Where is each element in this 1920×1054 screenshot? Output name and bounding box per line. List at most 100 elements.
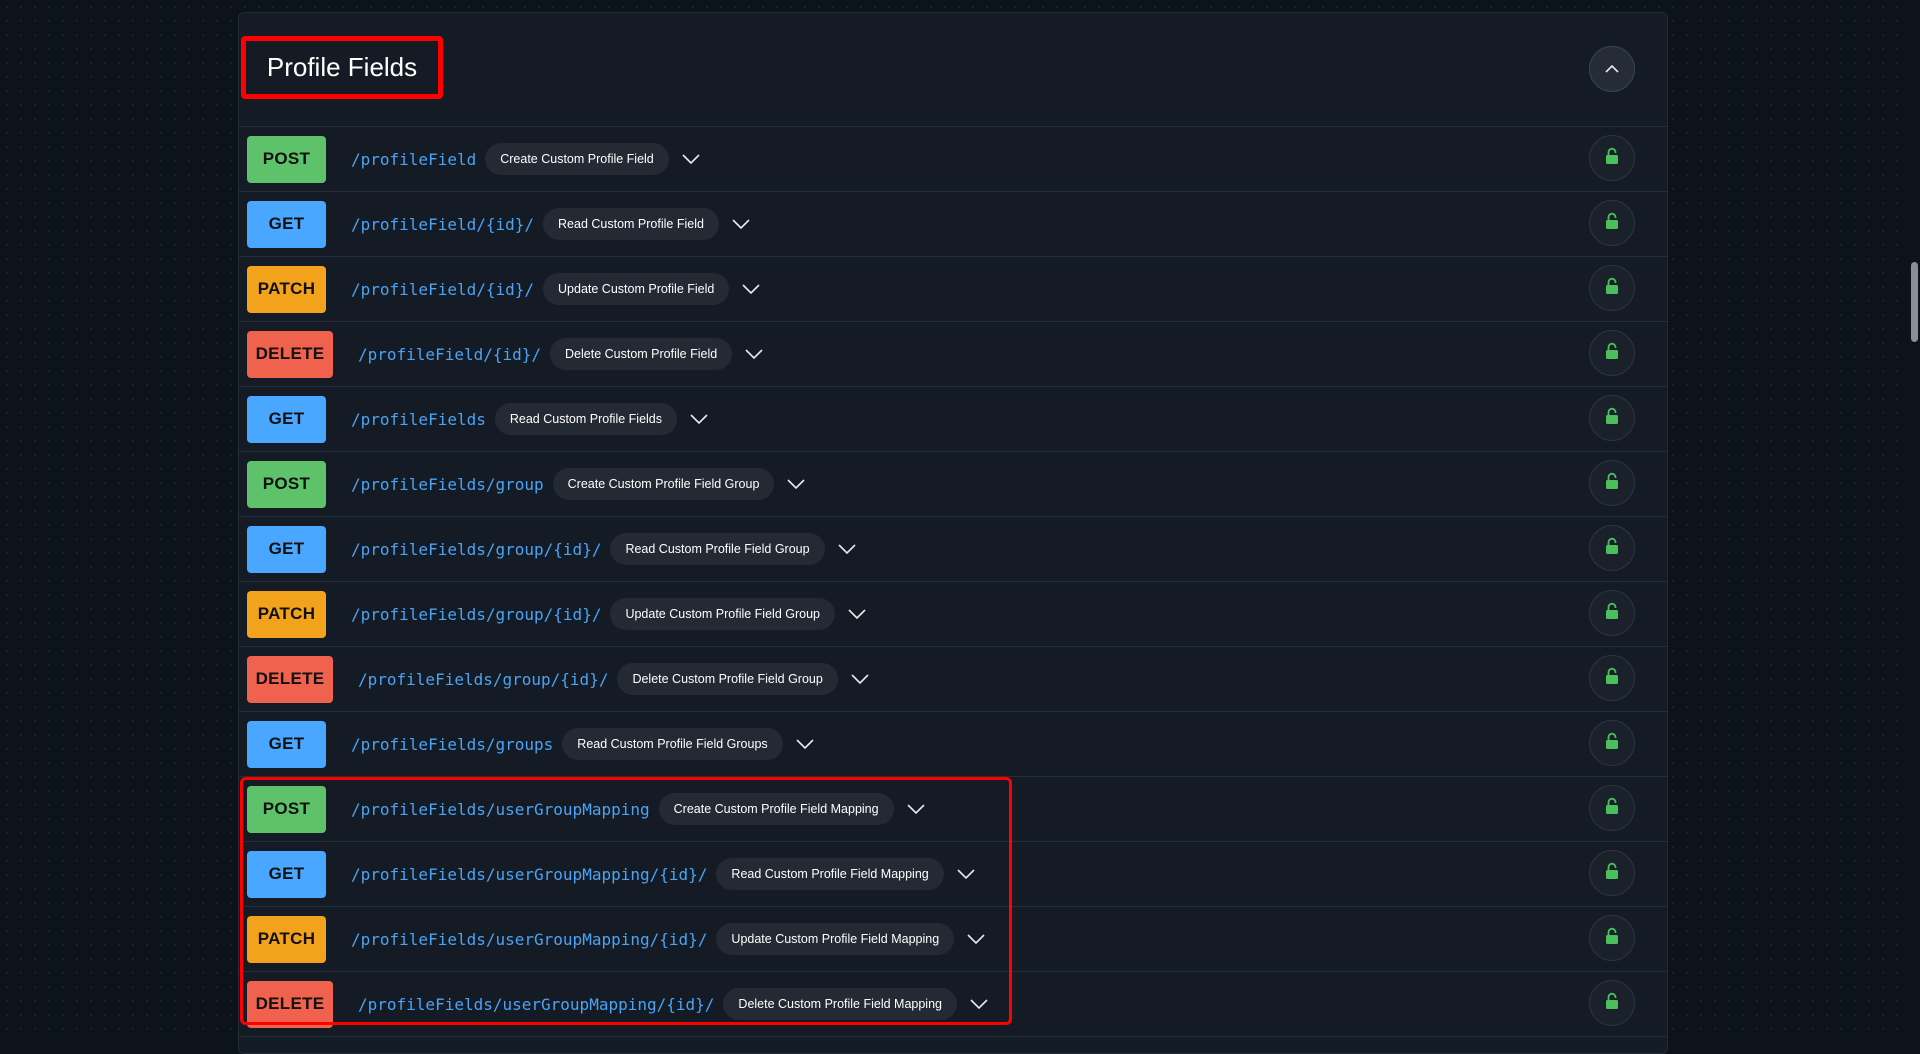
lock-icon bbox=[1605, 472, 1619, 495]
endpoint-summary[interactable]: Delete Custom Profile Field Mapping bbox=[723, 988, 957, 1020]
section-header[interactable]: Profile Fields bbox=[239, 13, 1667, 127]
authorize-button[interactable] bbox=[1589, 200, 1635, 246]
endpoint-row[interactable]: GET/profileField/{id}/ Read Custom Profil… bbox=[239, 192, 1667, 257]
endpoint-summary[interactable]: Read Custom Profile Field Groups bbox=[562, 728, 783, 760]
method-badge: POST bbox=[247, 135, 326, 183]
endpoint-path[interactable]: /profileFields/group/{id}/ bbox=[351, 540, 601, 559]
authorize-button[interactable] bbox=[1589, 330, 1635, 376]
endpoint-path[interactable]: /profileFields/group/{id}/ bbox=[358, 670, 608, 689]
endpoint-row[interactable]: PATCH/profileFields/group/{id}/ Update Cu… bbox=[239, 582, 1667, 647]
method-badge: DELETE bbox=[247, 330, 333, 378]
endpoint-path[interactable]: /profileFields/userGroupMapping bbox=[351, 800, 650, 819]
chevron-up-icon bbox=[1605, 60, 1619, 78]
method-badge: PATCH bbox=[247, 915, 326, 963]
authorize-button[interactable] bbox=[1589, 720, 1635, 766]
lock-icon bbox=[1605, 667, 1619, 690]
method-badge: DELETE bbox=[247, 980, 333, 1028]
endpoint-path[interactable]: /profileFields/userGroupMapping/{id}/ bbox=[351, 865, 707, 884]
authorize-button[interactable] bbox=[1589, 460, 1635, 506]
method-badge: GET bbox=[247, 200, 326, 248]
endpoint-summary[interactable]: Update Custom Profile Field bbox=[543, 273, 730, 305]
chevron-down-icon[interactable] bbox=[731, 217, 751, 231]
endpoint-path[interactable]: /profileField/{id}/ bbox=[351, 215, 534, 234]
endpoint-row[interactable]: PATCH/profileFields/userGroupMapping/{id… bbox=[239, 907, 1667, 972]
endpoint-summary[interactable]: Create Custom Profile Field Mapping bbox=[658, 793, 894, 825]
chevron-down-icon[interactable] bbox=[850, 672, 870, 686]
section-title: Profile Fields bbox=[241, 36, 443, 99]
endpoint-row[interactable]: DELETE/profileField/{id}/ Delete Custom P… bbox=[239, 322, 1667, 387]
endpoint-row[interactable]: POST/profileField Create Custom Profile F… bbox=[239, 127, 1667, 192]
method-badge: POST bbox=[247, 785, 326, 833]
method-badge: POST bbox=[247, 460, 326, 508]
chevron-down-icon[interactable] bbox=[906, 802, 926, 816]
endpoint-row[interactable]: PATCH/profileField/{id}/ Update Custom Pr… bbox=[239, 257, 1667, 322]
chevron-down-icon[interactable] bbox=[966, 932, 986, 946]
endpoint-path[interactable]: /profileField/{id}/ bbox=[351, 280, 534, 299]
collapse-button[interactable] bbox=[1589, 46, 1635, 92]
chevron-down-icon[interactable] bbox=[689, 412, 709, 426]
scrollbar[interactable] bbox=[1908, 0, 1920, 1032]
authorize-button[interactable] bbox=[1589, 525, 1635, 571]
endpoint-summary[interactable]: Update Custom Profile Field Group bbox=[610, 598, 835, 630]
endpoint-path[interactable]: /profileField/{id}/ bbox=[358, 345, 541, 364]
lock-icon bbox=[1605, 537, 1619, 560]
method-badge: GET bbox=[247, 850, 326, 898]
endpoint-summary[interactable]: Read Custom Profile Field Mapping bbox=[716, 858, 944, 890]
endpoint-row[interactable]: GET/profileFields/userGroupMapping/{id}/… bbox=[239, 842, 1667, 907]
chevron-down-icon[interactable] bbox=[837, 542, 857, 556]
endpoint-path[interactable]: /profileFields/group bbox=[351, 475, 544, 494]
lock-icon bbox=[1605, 602, 1619, 625]
endpoint-summary[interactable]: Delete Custom Profile Field Group bbox=[617, 663, 838, 695]
endpoint-row[interactable]: POST/profileFields/userGroupMapping Creat… bbox=[239, 777, 1667, 842]
lock-icon bbox=[1605, 277, 1619, 300]
endpoint-path[interactable]: /profileFields/group/{id}/ bbox=[351, 605, 601, 624]
authorize-button[interactable] bbox=[1589, 980, 1635, 1026]
method-badge: PATCH bbox=[247, 590, 326, 638]
lock-icon bbox=[1605, 147, 1619, 170]
endpoint-path[interactable]: /profileFields/userGroupMapping/{id}/ bbox=[358, 995, 714, 1014]
endpoint-row[interactable]: GET/profileFields/group/{id}/ Read Custom… bbox=[239, 517, 1667, 582]
authorize-button[interactable] bbox=[1589, 850, 1635, 896]
chevron-down-icon[interactable] bbox=[786, 477, 806, 491]
lock-icon bbox=[1605, 992, 1619, 1015]
authorize-button[interactable] bbox=[1589, 785, 1635, 831]
endpoint-row[interactable]: DELETE/profileFields/group/{id}/ Delete C… bbox=[239, 647, 1667, 712]
chevron-down-icon[interactable] bbox=[956, 867, 976, 881]
authorize-button[interactable] bbox=[1589, 265, 1635, 311]
endpoint-row[interactable]: GET/profileFields Read Custom Profile Fie… bbox=[239, 387, 1667, 452]
scrollbar-thumb[interactable] bbox=[1911, 262, 1918, 342]
method-badge: GET bbox=[247, 720, 326, 768]
method-badge: PATCH bbox=[247, 265, 326, 313]
endpoint-path[interactable]: /profileFields/groups bbox=[351, 735, 553, 754]
authorize-button[interactable] bbox=[1589, 590, 1635, 636]
profile-fields-section: Profile Fields POST/profileField Create C… bbox=[238, 12, 1668, 1054]
endpoint-path[interactable]: /profileFields bbox=[351, 410, 486, 429]
chevron-down-icon[interactable] bbox=[847, 607, 867, 621]
lock-icon bbox=[1605, 212, 1619, 235]
endpoint-path[interactable]: /profileField bbox=[351, 150, 476, 169]
chevron-down-icon[interactable] bbox=[744, 347, 764, 361]
chevron-down-icon[interactable] bbox=[741, 282, 761, 296]
endpoint-row[interactable]: GET/profileFields/groups Read Custom Prof… bbox=[239, 712, 1667, 777]
endpoint-row[interactable]: DELETE/profileFields/userGroupMapping/{i… bbox=[239, 972, 1667, 1037]
method-badge: GET bbox=[247, 525, 326, 573]
chevron-down-icon[interactable] bbox=[969, 997, 989, 1011]
lock-icon bbox=[1605, 732, 1619, 755]
endpoint-summary[interactable]: Read Custom Profile Fields bbox=[494, 403, 678, 435]
authorize-button[interactable] bbox=[1589, 135, 1635, 181]
lock-icon bbox=[1605, 342, 1619, 365]
endpoint-row[interactable]: POST/profileFields/group Create Custom Pr… bbox=[239, 452, 1667, 517]
endpoint-summary[interactable]: Read Custom Profile Field Group bbox=[610, 533, 825, 565]
endpoint-path[interactable]: /profileFields/userGroupMapping/{id}/ bbox=[351, 930, 707, 949]
chevron-down-icon[interactable] bbox=[681, 152, 701, 166]
authorize-button[interactable] bbox=[1589, 655, 1635, 701]
authorize-button[interactable] bbox=[1589, 395, 1635, 441]
endpoint-summary[interactable]: Read Custom Profile Field bbox=[543, 208, 719, 240]
lock-icon bbox=[1605, 862, 1619, 885]
authorize-button[interactable] bbox=[1589, 915, 1635, 961]
endpoint-summary[interactable]: Update Custom Profile Field Mapping bbox=[716, 923, 955, 955]
chevron-down-icon[interactable] bbox=[795, 737, 815, 751]
endpoint-summary[interactable]: Create Custom Profile Field Group bbox=[552, 468, 775, 500]
endpoint-summary[interactable]: Delete Custom Profile Field bbox=[550, 338, 733, 370]
endpoint-summary[interactable]: Create Custom Profile Field bbox=[485, 143, 669, 175]
